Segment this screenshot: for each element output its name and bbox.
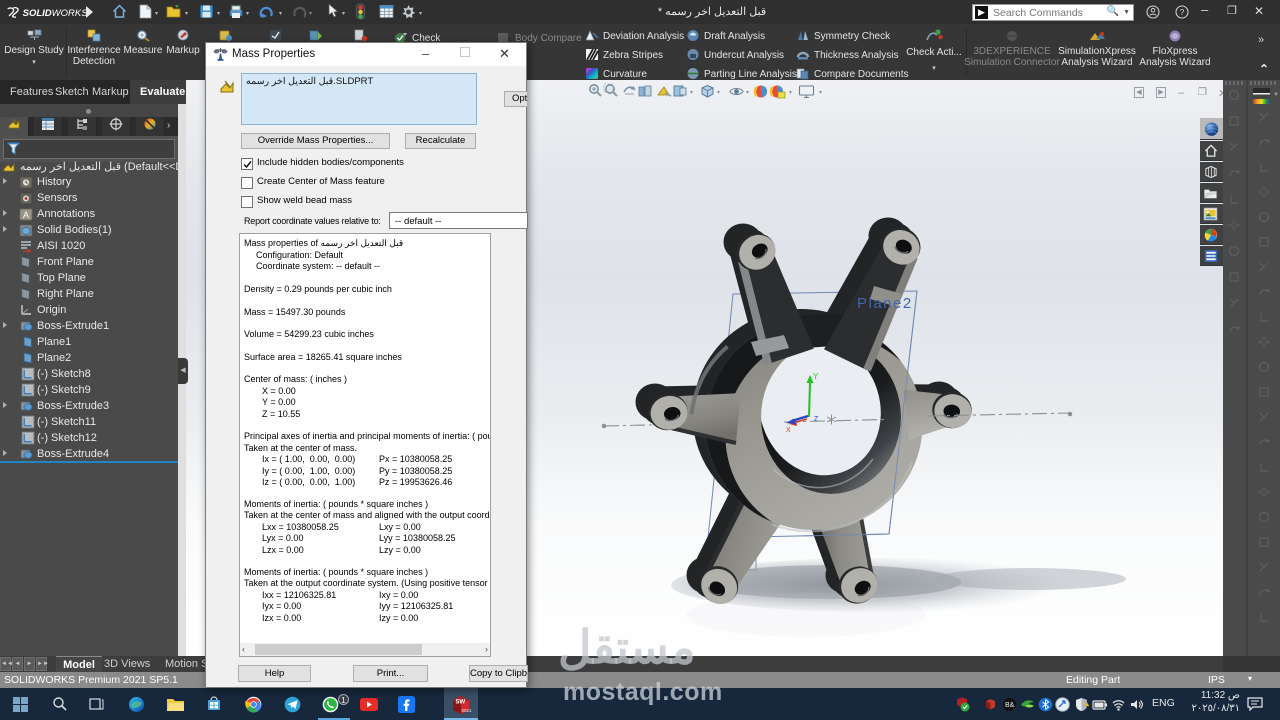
svg-text:SW: SW — [456, 700, 466, 706]
svg-text:Z: Z — [814, 416, 819, 423]
svg-text:2021: 2021 — [462, 708, 473, 713]
svg-text:B&: B& — [1005, 702, 1015, 709]
svg-text:A: A — [23, 210, 29, 220]
svg-text:X: X — [786, 427, 791, 434]
svg-text:?: ? — [1180, 7, 1185, 17]
svg-text:Plane2: Plane2 — [857, 295, 913, 312]
svg-text:Y: Y — [813, 372, 819, 381]
